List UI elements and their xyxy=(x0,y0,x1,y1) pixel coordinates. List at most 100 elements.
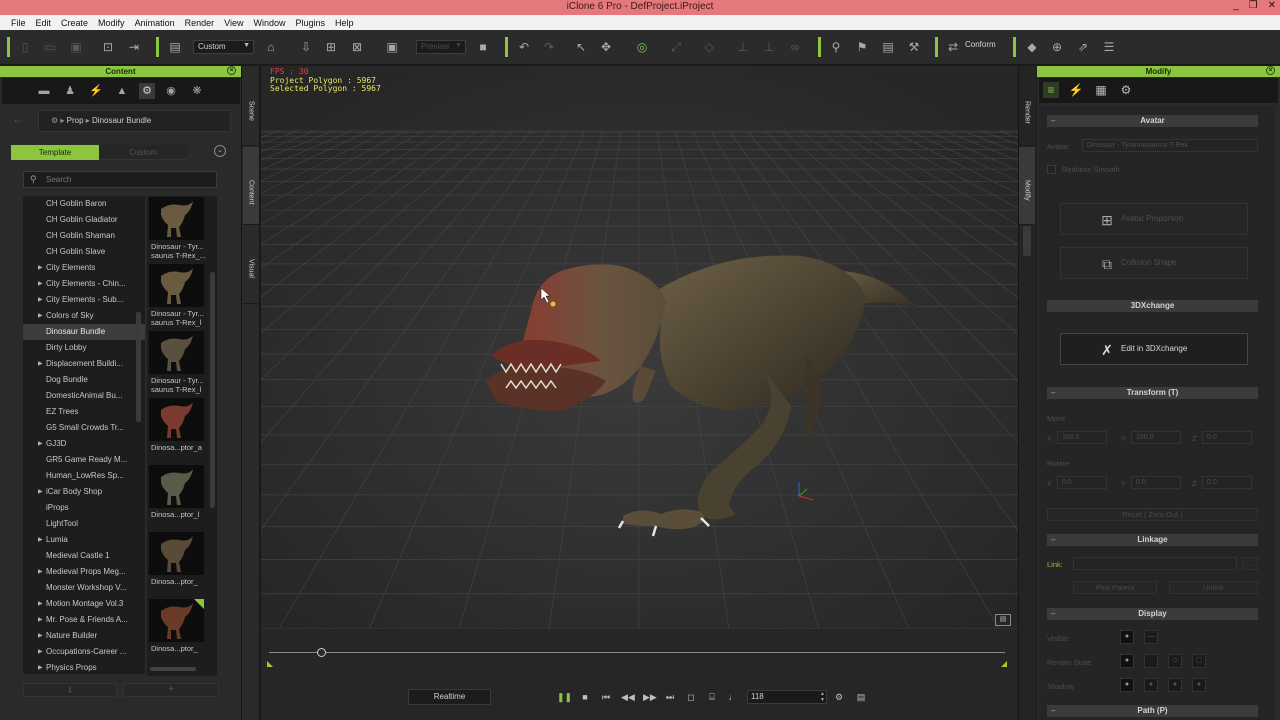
display-mode-icon[interactable]: ▣ xyxy=(384,39,400,55)
thumbnail-item[interactable]: Dinosaur - Tyr... saurus T-Rex_l xyxy=(147,330,217,397)
back-arrow-icon[interactable]: ⇠ xyxy=(14,116,22,127)
thumbnail-item[interactable]: Dinosaur - Tyr... saurus T-Rex_... xyxy=(147,196,217,263)
breadcrumb-prop[interactable]: Prop xyxy=(67,116,84,125)
conform-icon[interactable]: ⇄ xyxy=(945,39,961,55)
list-item[interactable]: ▶ Occupations-Career ... xyxy=(23,644,145,660)
properties-tab-icon[interactable]: ≡ xyxy=(1043,82,1059,98)
actor-icon[interactable]: ♟ xyxy=(62,83,78,99)
menu-window[interactable]: Window xyxy=(248,18,290,28)
search-input[interactable]: ⚲ Search xyxy=(23,171,217,188)
menu-view[interactable]: View xyxy=(219,18,248,28)
distribute-icon[interactable]: ⊥ xyxy=(761,39,777,55)
list-item[interactable]: LightTool xyxy=(23,516,145,532)
video-camera-icon[interactable]: ■ xyxy=(475,39,491,55)
stop-icon[interactable]: ■ xyxy=(579,690,591,704)
expand-arrow-icon[interactable]: ▶ xyxy=(38,660,43,674)
shadow-none-icon[interactable]: ● xyxy=(1192,678,1206,692)
list-item[interactable]: Dog Bundle xyxy=(23,372,145,388)
list-item[interactable]: ▶ Lumia xyxy=(23,532,145,548)
render-wire-icon[interactable]: ◇ xyxy=(1168,654,1182,668)
render-box-icon[interactable]: ▢ xyxy=(1192,654,1206,668)
redo-icon[interactable]: ↷ xyxy=(541,39,557,55)
minimize-button[interactable]: _ xyxy=(1233,0,1239,11)
menu-modify[interactable]: Modify xyxy=(93,18,130,28)
list-item[interactable]: ▶ GJ3D xyxy=(23,436,145,452)
export-icon[interactable]: ⇥ xyxy=(126,39,142,55)
expand-arrow-icon[interactable]: ▶ xyxy=(38,276,43,292)
move-z-input[interactable]: 0.0 xyxy=(1202,431,1252,444)
list-item[interactable]: CH Goblin Gladiator xyxy=(23,212,145,228)
collapse-icon[interactable]: – xyxy=(1051,534,1055,546)
range-icon[interactable]: ⌸ xyxy=(706,690,718,704)
list-item[interactable]: Medieval Castle 1 xyxy=(23,548,145,564)
list-item[interactable]: ▶ Physics Props xyxy=(23,660,145,674)
expand-arrow-icon[interactable]: ▶ xyxy=(38,644,43,660)
pick-parent-button[interactable]: Pick Parent xyxy=(1073,581,1157,594)
thumbnail-scrollbar[interactable] xyxy=(210,272,215,508)
list-item[interactable]: ▶ Colors of Sky xyxy=(23,308,145,324)
menu-file[interactable]: File xyxy=(6,18,31,28)
list-item[interactable]: DomesticAnimal Bu... xyxy=(23,388,145,404)
side-tab-content[interactable]: Content xyxy=(243,147,259,225)
list-item[interactable]: EZ Trees xyxy=(23,404,145,420)
render-faceted-icon[interactable]: ◌ xyxy=(1144,654,1158,668)
menu-create[interactable]: Create xyxy=(56,18,93,28)
list-item[interactable]: GR5 Game Ready M... xyxy=(23,452,145,468)
collision-shape-button[interactable]: ⧉ Collision Shape xyxy=(1060,247,1248,279)
section-3dxchange[interactable]: 3DXchange xyxy=(1047,300,1258,312)
timeline-settings-icon[interactable]: ⚙ xyxy=(833,690,845,704)
expand-arrow-icon[interactable]: ▶ xyxy=(38,628,43,644)
list-item[interactable]: Dirty Lobby xyxy=(23,340,145,356)
collapse-icon[interactable]: – xyxy=(1051,387,1055,399)
expand-arrow-icon[interactable]: ▶ xyxy=(38,292,43,308)
expand-arrow-icon[interactable]: ▶ xyxy=(38,564,43,580)
pause-icon[interactable]: ❚❚ xyxy=(557,690,572,704)
timeline-playhead[interactable] xyxy=(317,648,326,657)
expand-arrow-icon[interactable]: ▶ xyxy=(38,308,43,324)
list-item[interactable]: ▶ City Elements - Sub... xyxy=(23,292,145,308)
thumbnail-item[interactable]: Dinosa...ptor_ xyxy=(147,531,217,598)
snap-icon[interactable]: ◇ xyxy=(701,39,717,55)
list-item[interactable]: CH Goblin Slave xyxy=(23,244,145,260)
settings-list-icon[interactable]: ☰ xyxy=(1101,39,1117,55)
tab-template[interactable]: Template xyxy=(11,145,99,160)
edit-in-3dxchange-button[interactable]: ✗ Edit in 3DXchange xyxy=(1060,333,1248,365)
flag-icon[interactable]: ⚑ xyxy=(854,39,870,55)
list-item[interactable]: G5 Small Crowds Tr... xyxy=(23,420,145,436)
loop-icon[interactable]: ◻ xyxy=(685,690,697,704)
zoom-icon[interactable]: ⊕ xyxy=(1049,39,1065,55)
open-project-icon[interactable]: ▭ xyxy=(42,39,58,55)
list-item[interactable]: Monster Workshop V... xyxy=(23,580,145,596)
list-item[interactable]: Human_LowRes Sp... xyxy=(23,468,145,484)
pivot-icon[interactable]: ⚲ xyxy=(828,39,844,55)
expand-arrow-icon[interactable]: ▶ xyxy=(38,532,43,548)
realtime-button[interactable]: Realtime xyxy=(408,689,491,705)
restore-button[interactable]: ❐ xyxy=(1249,0,1258,11)
layout-icon[interactable]: ▤ xyxy=(167,39,183,55)
tool-icon[interactable]: ⚒ xyxy=(906,39,922,55)
visible-off-icon[interactable]: — xyxy=(1144,630,1158,644)
expand-arrow-icon[interactable]: ▶ xyxy=(38,260,43,276)
expand-arrow-icon[interactable]: ▶ xyxy=(38,484,43,500)
menu-render[interactable]: Render xyxy=(180,18,220,28)
undo-icon[interactable]: ↶ xyxy=(516,39,532,55)
list-item[interactable]: ▶ Mr. Pose & Friends A... xyxy=(23,612,145,628)
thumbnail-item[interactable]: Dinosaur - Tyr... saurus T-Rex_l xyxy=(147,263,217,330)
list-item[interactable]: CH Goblin Baron xyxy=(23,196,145,212)
previous-frame-icon[interactable]: ◀◀ xyxy=(621,690,635,704)
link-icon[interactable]: ∞ xyxy=(787,39,803,55)
timeline-editor-icon[interactable]: ▤ xyxy=(855,690,867,704)
shadow-cast-icon[interactable]: ● xyxy=(1120,678,1134,692)
frame-number-input[interactable]: 118 ▲ ▼ xyxy=(747,690,827,704)
side-tab-scene[interactable]: Scene xyxy=(243,68,259,146)
external-icon[interactable]: ⇗ xyxy=(1075,39,1091,55)
media-icon[interactable]: ◉ xyxy=(163,83,179,99)
visible-on-icon[interactable]: ● xyxy=(1120,630,1134,644)
move-x-input[interactable]: 100.0 xyxy=(1057,431,1107,444)
pick-icon[interactable]: ◆ xyxy=(1024,39,1040,55)
collapse-icon[interactable]: – xyxy=(1051,705,1055,717)
shadow-both-icon[interactable]: ● xyxy=(1168,678,1182,692)
link-field[interactable] xyxy=(1073,557,1237,570)
frame-selected-icon[interactable]: ⊞ xyxy=(323,39,339,55)
expand-arrow-icon[interactable]: ▶ xyxy=(38,596,43,612)
